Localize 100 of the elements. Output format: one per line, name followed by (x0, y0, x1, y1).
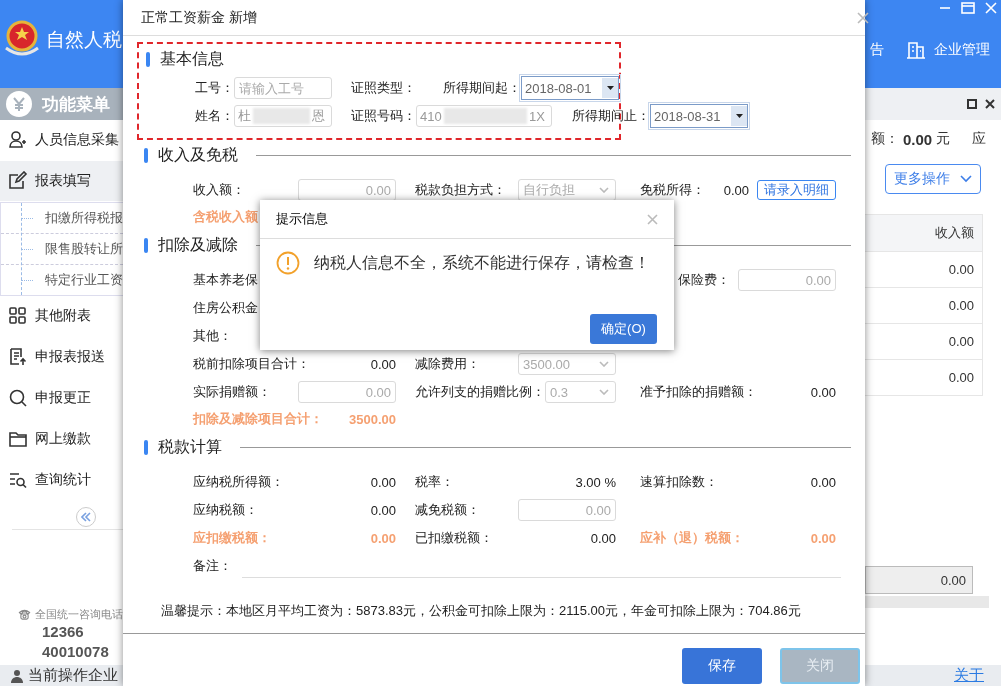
menu-item[interactable]: 报表填写 (0, 161, 123, 202)
save-button[interactable]: 保存 (682, 648, 762, 684)
collapse-button[interactable] (76, 507, 96, 527)
document-icon (8, 347, 28, 367)
caret-down-icon (735, 114, 743, 118)
field-label: 速算扣除数： (640, 473, 718, 491)
section-marker (146, 51, 150, 67)
more-actions-button[interactable]: 更多操作 (885, 164, 981, 194)
input-field[interactable]: 0.00 (738, 269, 836, 291)
close-icon (985, 99, 995, 109)
field-label: 税率： (415, 473, 454, 491)
grid-icon (8, 306, 28, 326)
about-link[interactable]: 关于 (954, 666, 984, 685)
field-label: 住房公积金 (193, 299, 258, 317)
field-label: 基本养老保 (193, 271, 258, 289)
date-field[interactable]: 2018-08-31 (650, 104, 748, 128)
field-value: 3.00 % (575, 474, 616, 490)
section-title: 税款计算 (158, 436, 222, 457)
field-label: 应纳税所得额： (193, 473, 284, 491)
field-label: 应纳税额： (193, 501, 258, 519)
table-header-cell: 收入额 (865, 215, 983, 252)
summary-amount: 0.00 (903, 130, 933, 148)
field-label: 免税所得： (640, 181, 705, 199)
input-field[interactable]: 0.00 (518, 499, 616, 521)
summary-label: 额： (871, 130, 899, 148)
field-label: 备注： (193, 557, 232, 575)
list-search-icon (8, 470, 28, 490)
field-label: 含税收入额 (193, 208, 258, 226)
caret-down-icon (606, 86, 614, 90)
field-label: 准予扣除的捐赠额： (640, 383, 757, 401)
yen-icon (12, 97, 26, 111)
person-icon (10, 668, 24, 683)
ok-button[interactable]: 确定(O) (590, 314, 657, 344)
field-label: 应补（退）税额： (640, 529, 744, 547)
close-icon (985, 2, 997, 14)
field-value: 0.00 (723, 182, 749, 198)
header-link[interactable]: 告 (870, 41, 884, 59)
input-field[interactable]: 410 1X (416, 105, 552, 127)
header-link[interactable]: 企业管理 (934, 41, 990, 59)
field-value: 0.00 (810, 384, 836, 400)
section-title: 基本信息 (160, 48, 224, 69)
input-field[interactable]: 0.00 (298, 179, 396, 201)
app-title: 自然人税 (46, 28, 122, 52)
section-title: 收入及免税 (158, 144, 238, 165)
dropdown-field[interactable]: 3500.00 (518, 353, 616, 375)
field-value: 0.00 (370, 502, 396, 518)
field-label: 应扣缴税额： (193, 529, 271, 547)
field-value: 0.00 (810, 474, 836, 490)
field-label: 证照号码： (351, 107, 416, 125)
field-label: 工号： (195, 79, 234, 97)
submenu-item[interactable]: 特定行业工资 (1, 265, 123, 295)
field-label: 所得期间起： (443, 79, 521, 97)
detail-button[interactable]: 请录入明细 (757, 180, 836, 200)
field-label: 减免税额： (415, 501, 480, 519)
input-field[interactable]: 0.00 (298, 381, 396, 403)
field-label: 扣除及减除项目合计： (193, 410, 323, 428)
field-label: 减除费用： (415, 355, 480, 373)
field-label: 税前扣除项目合计： (193, 355, 310, 373)
warning-icon (276, 251, 300, 275)
total-cell: 0.00 (865, 566, 973, 594)
chevron-down-icon (599, 389, 609, 395)
input-field[interactable]: 杜 恩 (234, 105, 332, 127)
chevron-down-icon (599, 187, 609, 193)
field-label: 税款负担方式： (415, 181, 506, 199)
tip-text: 温馨提示：本地区月平均工资为：5873.83元，公积金可扣除上限为：2115.00元，年金可扣除上限为：704.86元 (160, 602, 802, 620)
field-value: 0.00 (370, 474, 396, 490)
summary-unit: 元 (936, 130, 951, 148)
field-value: 3500.00 (349, 411, 396, 427)
field-label: 姓名： (195, 107, 234, 125)
hotline-label: 全国统一咨询电话 (35, 606, 123, 622)
field-label: 证照类型： (351, 79, 416, 97)
field-value: 0.00 (370, 356, 396, 372)
person-icon (8, 130, 28, 150)
field-label: 保险费： (678, 271, 730, 289)
field-label: 实际捐赠额： (193, 383, 271, 401)
input-field[interactable]: 请输入工号 (234, 77, 332, 99)
double-chevron-icon (81, 512, 91, 522)
hotline-number: 40010078 (41, 642, 110, 662)
section-title: 扣除及减除 (158, 234, 238, 255)
field-label: 已扣缴税额： (415, 529, 493, 547)
alert-message: 纳税人信息不全，系统不能进行保存，请检查！ (314, 252, 650, 273)
status-label: 当前操作企业 (28, 666, 118, 685)
hotline-number: 12366 (41, 622, 85, 642)
close-icon (647, 213, 658, 225)
field-label: 所得期间止： (572, 107, 650, 125)
chevron-down-icon (960, 175, 972, 183)
restore-icon (967, 99, 977, 109)
search-icon (8, 388, 28, 408)
folder-icon (8, 429, 28, 449)
dialog-title: 正常工资薪金 新增 (141, 8, 257, 27)
field-label: 其他： (193, 327, 232, 345)
chevron-down-icon (599, 361, 609, 367)
maximize-icon (961, 2, 975, 14)
summary-label: 应 (972, 130, 987, 148)
field-value: 0.00 (810, 530, 836, 546)
close-icon (857, 11, 869, 24)
alert-title: 提示信息 (276, 210, 328, 228)
field-value: 0.00 (590, 530, 616, 546)
dropdown-field[interactable]: 0.3 (545, 381, 616, 403)
date-field[interactable]: 2018-08-01 (521, 76, 619, 100)
